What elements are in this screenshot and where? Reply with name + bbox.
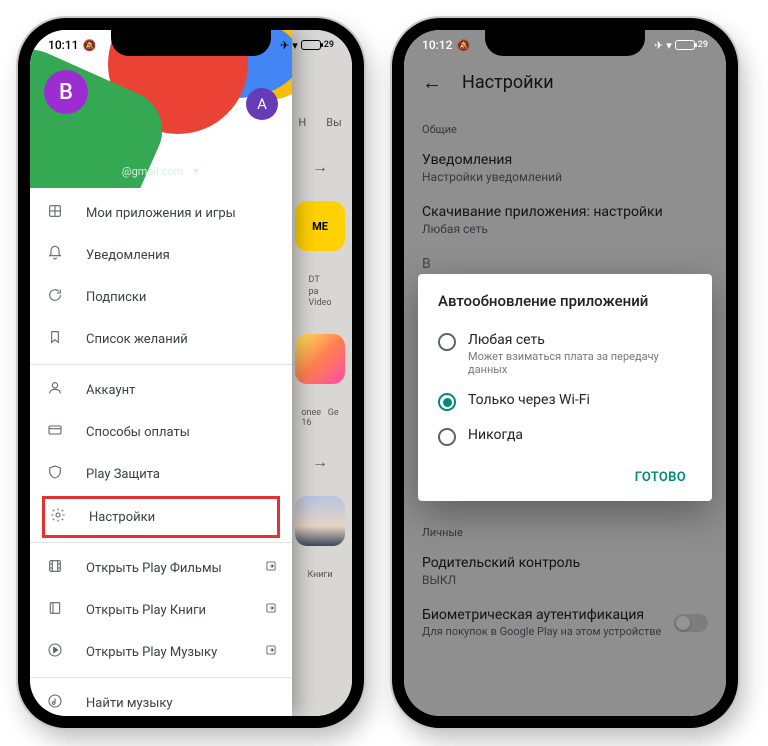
account-selector[interactable]: @gmail.com ▼: [30, 165, 292, 178]
status-time: 10:12: [422, 38, 452, 52]
menu-my-apps[interactable]: Мои приложения и игры: [30, 192, 292, 234]
radio-never[interactable]: Никогда: [438, 419, 692, 454]
gear-icon: [49, 507, 67, 527]
airplane-icon: ✈: [654, 39, 663, 52]
film-icon: [46, 558, 64, 578]
chevron-down-icon: ▼: [191, 166, 200, 177]
radio-icon: [438, 428, 456, 446]
radio-label: Никогда: [468, 427, 523, 443]
shield-icon: [46, 464, 64, 484]
bg-tab: Н: [294, 112, 310, 133]
ocr-wrap-0: Любая сеть Может взиматься плата за пере…: [438, 324, 692, 384]
menu-open-books[interactable]: Открыть Play Книги: [30, 589, 292, 631]
bottom-tab-books[interactable]: Книги: [307, 570, 332, 580]
music-icon: [46, 642, 64, 662]
radio-sublabel: Может взиматься плата за передачу данных: [468, 350, 692, 376]
dialog-auto-update: Автообновление приложений Любая сеть Мож…: [418, 274, 712, 501]
done-button[interactable]: ГОТОВО: [629, 462, 692, 493]
menu-find-music[interactable]: Найти музыку: [30, 682, 292, 716]
user-icon: [46, 380, 64, 400]
external-icon: [264, 643, 278, 661]
radio-wifi-only[interactable]: Только через Wi-Fi: [438, 384, 692, 419]
notification-icon: 🔕: [456, 39, 470, 52]
menu-open-movies[interactable]: Открыть Play Фильмы: [30, 547, 292, 589]
drawer-menu: Мои приложения и игры Уведомления Подпис…: [30, 188, 292, 716]
avatar-primary[interactable]: B: [44, 70, 88, 114]
wifi-icon: ▾: [666, 39, 672, 52]
nav-drawer: B A @gmail.com ▼ Мои приложения и игры У…: [30, 30, 292, 716]
phone-right-dialog: 10:12 🔕 ✈ ▾ 29 ← Настройки Общие Уведомл…: [392, 18, 738, 728]
menu-subscriptions[interactable]: Подписки: [30, 276, 292, 318]
airplane-icon: ✈: [280, 39, 289, 52]
phone-left-drawer: 10:11 🔕 ✈ ▾ 29 Н Вы → ME DT pa: [18, 18, 364, 728]
status-time: 10:11: [48, 38, 78, 52]
app-tile[interactable]: ME: [295, 201, 345, 251]
note-icon: [46, 693, 64, 713]
arrow-icon: →: [312, 452, 328, 472]
battery-pct: 29: [324, 40, 334, 50]
bookmark-icon: [46, 329, 64, 349]
app-tile[interactable]: [295, 334, 345, 384]
refresh-icon: [46, 287, 64, 307]
notch: [111, 30, 271, 56]
bg-tab: Вы: [322, 112, 345, 133]
battery-icon: [301, 40, 321, 50]
book-icon: [46, 600, 64, 620]
app-tile[interactable]: [295, 496, 345, 546]
grid-icon: [46, 203, 64, 223]
menu-play-protect[interactable]: Play Защита: [30, 453, 292, 495]
wifi-icon: ▾: [292, 39, 298, 52]
menu-account[interactable]: Аккаунт: [30, 369, 292, 411]
external-icon: [264, 601, 278, 619]
battery-pct: 29: [698, 40, 708, 50]
menu-settings[interactable]: Настройки: [42, 496, 280, 538]
menu-payment[interactable]: Способы оплаты: [30, 411, 292, 453]
bell-icon: [46, 245, 64, 265]
dialog-title: Автообновление приложений: [438, 292, 692, 310]
radio-selected-icon: [438, 393, 456, 411]
status-bar: 10:12 🔕 ✈ ▾ 29: [404, 30, 726, 60]
menu-wishlist[interactable]: Список желаний: [30, 318, 292, 360]
battery-icon: [675, 40, 695, 50]
notification-icon: 🔕: [82, 39, 96, 52]
radio-any-network-icon[interactable]: [438, 333, 456, 351]
menu-notifications[interactable]: Уведомления: [30, 234, 292, 276]
radio-label: Только через Wi-Fi: [468, 392, 590, 408]
radio-label: Любая сеть: [468, 332, 692, 348]
external-icon: [264, 559, 278, 577]
menu-open-music[interactable]: Открыть Play Музыку: [30, 631, 292, 673]
account-email: @gmail.com: [122, 165, 184, 178]
avatar-secondary[interactable]: A: [246, 88, 278, 120]
card-icon: [46, 422, 64, 442]
arrow-icon: →: [312, 157, 328, 177]
